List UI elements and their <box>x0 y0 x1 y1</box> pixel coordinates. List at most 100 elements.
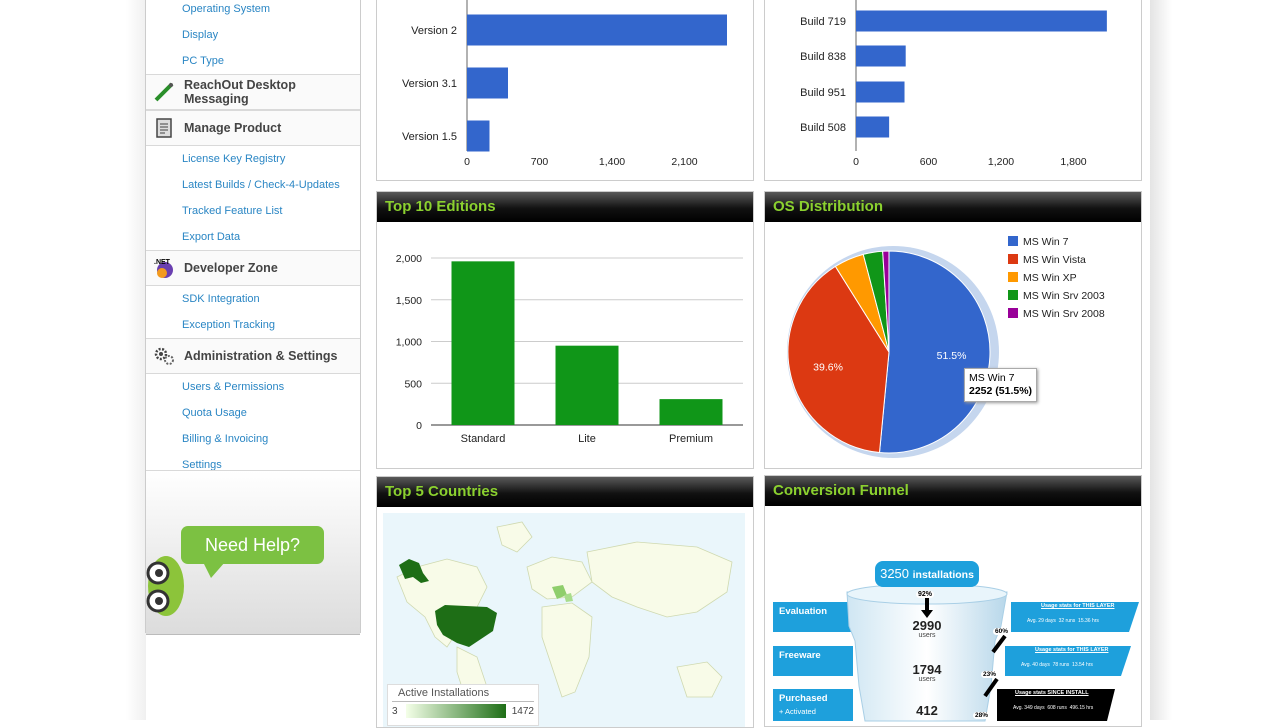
versions-chart-panel: Version 2 Version 3.1 Version 1.5 0 700 1,400… <box>376 0 754 181</box>
funnel-stats-detail: Avg. 349 days 608 runs 496.15 hrs <box>1013 705 1094 711</box>
map-legend-min: 3 <box>392 705 398 717</box>
funnel-stage-count: 1794 <box>912 662 942 677</box>
funnel-stage-unit: users <box>918 676 936 683</box>
sidebar-section-label: Manage Product <box>184 121 282 135</box>
countries-panel-title: Top 5 Countries <box>377 477 753 507</box>
funnel-stats-heading[interactable]: Usage stats for THIS LAYER <box>1035 647 1108 653</box>
sidebar-link-latest-builds[interactable]: Latest Builds / Check-4-Updates <box>146 172 360 198</box>
bar <box>856 10 1107 32</box>
sidebar-link-sdk-integration[interactable]: SDK Integration <box>146 286 360 312</box>
editions-panel: Top 10 Editions 0 500 1,000 1,500 2,000 Stand… <box>376 191 754 469</box>
x-tick-label: 1,200 <box>988 156 1014 168</box>
funnel-stage-label: Purchased <box>779 693 828 704</box>
legend-label: MS Win Srv 2008 <box>1023 308 1105 320</box>
sidebar-link-display[interactable]: Display <box>146 22 360 48</box>
funnel-stats-detail: Avg. 40 days 78 runs 13.54 hrs <box>1021 662 1093 668</box>
pie-tooltip-value: 2252 (51.5%) <box>969 385 1033 397</box>
y-tick-label: 0 <box>416 420 422 432</box>
sidebar-link-quota-usage[interactable]: Quota Usage <box>146 400 360 426</box>
bar <box>856 45 906 67</box>
legend-swatch <box>1008 236 1018 246</box>
x-tick-label: 2,100 <box>671 156 697 168</box>
need-help-button[interactable]: Need Help? <box>181 526 324 578</box>
page-shadow-right <box>1150 0 1172 720</box>
category-label: Version 1.5 <box>402 131 457 143</box>
pie-tooltip: MS Win 7 2252 (51.5%) <box>964 368 1038 402</box>
y-tick-label: 500 <box>404 378 422 390</box>
sidebar-link-operating-system[interactable]: Operating System <box>146 0 360 22</box>
sidebar: Operating System Display PC Type ReachOu… <box>145 0 361 635</box>
slice-label: 39.6% <box>813 361 843 373</box>
category-label: Premium <box>669 433 713 445</box>
sidebar-section-reachout[interactable]: ReachOut Desktop Messaging <box>146 74 360 110</box>
legend-label: MS Win XP <box>1023 272 1077 284</box>
sidebar-link-export-data[interactable]: Export Data <box>146 224 360 250</box>
funnel-stage-pct: 23% <box>981 671 999 678</box>
x-tick-label: 600 <box>920 156 938 168</box>
bar <box>467 67 508 99</box>
bar <box>856 81 905 103</box>
funnel-stage-sublabel: + Activated <box>779 707 816 716</box>
os-distribution-panel: OS Distribution 51.5% 39.6% MS Win 7 MS Win… <box>764 191 1142 469</box>
bar <box>659 399 723 425</box>
countries-panel: Top 5 Countries Active Installations 3 1… <box>376 476 754 728</box>
funnel-stats-detail: Avg. 29 days 32 runs 15.36 hrs <box>1027 618 1099 624</box>
pie-slice <box>878 250 991 454</box>
svg-text:.NET: .NET <box>154 259 171 266</box>
bar <box>467 14 727 46</box>
funnel-stats-heading[interactable]: Usage stats for THIS LAYER <box>1041 603 1114 609</box>
bar <box>467 120 490 152</box>
y-tick-label: 1,500 <box>396 295 422 307</box>
sidebar-section-administration[interactable]: Administration & Settings <box>146 338 360 374</box>
builds-chart-panel: Build 719 Build 838 Build 951 Build 508 0 600… <box>764 0 1142 181</box>
category-label: Build 719 <box>800 16 846 28</box>
map-legend-title: Active Installations <box>392 685 534 702</box>
x-tick-label: 0 <box>853 156 859 168</box>
sidebar-link-license-key-registry[interactable]: License Key Registry <box>146 146 360 172</box>
funnel-panel: Conversion Funnel 3250 installations Eva… <box>764 475 1142 727</box>
x-tick-label: 1,400 <box>599 156 625 168</box>
funnel-top-count-value: 3250 <box>880 566 910 581</box>
page-shadow-left <box>126 0 146 720</box>
sidebar-section-manage-product[interactable]: Manage Product <box>146 110 360 146</box>
funnel-stage-label: Freeware <box>779 650 821 661</box>
x-tick-label: 0 <box>464 156 470 168</box>
sidebar-section-label: Developer Zone <box>184 261 278 275</box>
funnel-stage-pct: 92% <box>916 591 935 598</box>
sidebar-link-exception-tracking[interactable]: Exception Tracking <box>146 312 360 338</box>
clipboard-icon <box>152 116 176 140</box>
help-area: Need Help? <box>146 470 360 635</box>
slice-label: 51.5% <box>937 350 967 362</box>
bar <box>555 345 619 425</box>
versions-bar-chart: Version 2 Version 3.1 Version 1.5 0 700 1,400… <box>402 0 727 168</box>
legend-label: MS Win Srv 2003 <box>1023 290 1105 302</box>
x-tick-label: 700 <box>531 156 549 168</box>
sidebar-link-tracked-feature-list[interactable]: Tracked Feature List <box>146 198 360 224</box>
bar <box>451 261 515 425</box>
gears-icon <box>152 344 176 368</box>
pen-icon <box>152 80 176 104</box>
category-label: Version 3.1 <box>402 78 457 90</box>
funnel-stage-count: 412 <box>916 703 938 718</box>
sidebar-link-pc-type[interactable]: PC Type <box>146 48 360 74</box>
y-tick-label: 1,000 <box>396 337 422 349</box>
builds-bar-chart: Build 719 Build 838 Build 951 Build 508 0 600… <box>800 0 1107 168</box>
funnel-stats-heading[interactable]: Usage stats SINCE INSTALL <box>1015 690 1089 696</box>
funnel-top-count-label: installations <box>912 569 974 581</box>
editions-bar-chart: 0 500 1,000 1,500 2,000 Standard Lite Premium <box>396 253 743 445</box>
legend-swatch <box>1008 254 1018 264</box>
map-legend-max: 1472 <box>511 705 534 717</box>
sidebar-section-label: ReachOut Desktop Messaging <box>184 78 296 106</box>
sidebar-link-billing-invoicing[interactable]: Billing & Invoicing <box>146 426 360 452</box>
sidebar-link-users-permissions[interactable]: Users & Permissions <box>146 374 360 400</box>
category-label: Standard <box>461 433 506 445</box>
funnel-stage-label: Evaluation <box>779 606 828 617</box>
funnel-stage-pct: 28% <box>973 712 991 719</box>
legend-swatch <box>1008 308 1018 318</box>
category-label: Version 2 <box>411 25 457 37</box>
legend-swatch <box>1008 272 1018 282</box>
sidebar-section-developer-zone[interactable]: .NET Developer Zone <box>146 250 360 286</box>
funnel-top-count: 3250 installations <box>875 564 979 585</box>
legend-label: MS Win Vista <box>1023 254 1086 266</box>
map-legend-gradient <box>406 704 506 718</box>
